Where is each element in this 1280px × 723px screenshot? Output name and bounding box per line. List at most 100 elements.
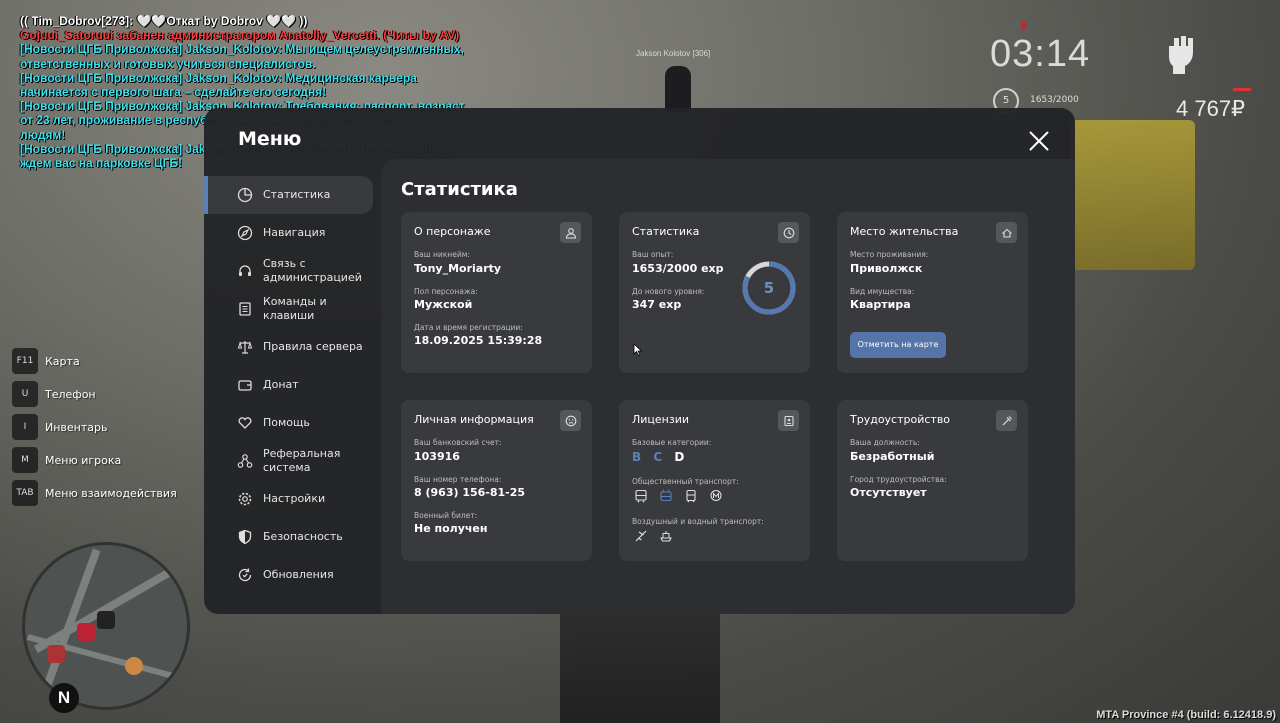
- sidebar-item-donate[interactable]: Донат: [204, 366, 381, 404]
- key-cap: F11: [12, 348, 38, 374]
- sidebar-item-referral[interactable]: Реферальная система: [204, 442, 381, 480]
- key-hint-row: U Телефон: [12, 381, 177, 407]
- sidebar-item-help[interactable]: Помощь: [204, 404, 381, 442]
- field-value: Отсутствует: [850, 486, 927, 499]
- sidebar-item-rules[interactable]: Правила сервера: [204, 328, 381, 366]
- key-hint-row: TAB Меню взаимодействия: [12, 480, 177, 506]
- chat-line: [Новости ЦГБ Приволжска] Jakson_Kolotov:…: [20, 70, 421, 100]
- character-card: О персонаже Ваш никнейм: Tony_Moriarty П…: [401, 212, 592, 373]
- field-label: Пол персонажа:: [414, 287, 478, 296]
- license-categories: B C D: [632, 450, 692, 464]
- field-value: Квартира: [850, 298, 911, 311]
- field-value: 18.09.2025 15:39:28: [414, 334, 543, 347]
- metro-icon: [707, 488, 725, 504]
- card-title: О персонаже: [414, 225, 491, 238]
- public-transport-icons: [632, 488, 732, 504]
- key-cap: U: [12, 381, 38, 407]
- compass-north: N: [49, 683, 79, 713]
- license-category-b: B: [632, 450, 642, 464]
- field-value: Мужской: [414, 298, 473, 311]
- employment-card: Трудоустройство Ваша должность: Безработ…: [837, 400, 1028, 561]
- key-hint-row: I Инвентарь: [12, 414, 177, 440]
- sidebar-item-security[interactable]: Безопасность: [204, 518, 381, 556]
- field-label: Военный билет:: [414, 511, 478, 520]
- compass-icon: [236, 224, 254, 242]
- shop-map-icon: [125, 657, 143, 675]
- level-number: 5: [763, 279, 775, 297]
- sidebar-item-settings[interactable]: Настройки: [204, 480, 381, 518]
- stats-card: Статистика Ваш опыт: 1653/2000 exp До но…: [619, 212, 810, 373]
- boat-icon: [657, 528, 675, 544]
- sidebar-item-label: Статистика: [263, 188, 331, 201]
- tram-icon: [682, 488, 700, 504]
- licenses-card: Лицензии Базовые категории: B C D Общест…: [619, 400, 810, 561]
- sidebar-item-updates[interactable]: Обновления: [204, 556, 381, 594]
- field-label: Воздушный и водный транспорт:: [632, 517, 764, 526]
- bus-icon: [632, 488, 650, 504]
- key-hint-row: M Меню игрока: [12, 447, 177, 473]
- trolleybus-icon: [657, 488, 675, 504]
- player-nametag: Jakson Kolotov [306]: [636, 49, 711, 58]
- key-hint-label: Меню взаимодействия: [45, 486, 177, 500]
- field-value: 103916: [414, 450, 460, 463]
- air-water-transport-icons: [632, 528, 682, 544]
- wallet-icon: [236, 376, 254, 394]
- sidebar-item-admin-contact[interactable]: Связь с администрацией: [204, 252, 381, 290]
- field-label: Вид имущества:: [850, 287, 915, 296]
- field-label: Место проживания:: [850, 250, 929, 259]
- sidebar-item-statistics[interactable]: Статистика: [204, 176, 373, 214]
- license-category-d: D: [674, 450, 685, 464]
- shield-icon: [236, 528, 254, 546]
- key-hint-label: Инвентарь: [45, 420, 108, 434]
- chat-line: [Новости ЦГБ Приволжска] Jakson_Kolotov:…: [20, 42, 468, 71]
- sidebar-item-label: Помощь: [263, 416, 310, 429]
- tools-icon: [996, 410, 1017, 431]
- map-road: [33, 565, 179, 653]
- sidebar-item-commands[interactable]: Команды и клавиши: [204, 290, 381, 328]
- sidebar-item-label: Обновления: [263, 568, 334, 581]
- sidebar-item-label: Связь с администрацией: [263, 257, 362, 284]
- user-icon: [560, 222, 581, 243]
- field-value: 347 exp: [632, 298, 682, 311]
- page-title: Статистика: [401, 179, 518, 200]
- face-icon: [560, 410, 581, 431]
- field-label: Ваш опыт:: [632, 250, 674, 259]
- heart-hands-icon: [236, 414, 254, 432]
- home-icon: [996, 222, 1017, 243]
- headset-icon: [236, 262, 254, 280]
- personal-info-card: Личная информация Ваш банковский счет: 1…: [401, 400, 592, 561]
- hud-exp: 1653/2000: [1030, 95, 1079, 105]
- field-label: Базовые категории:: [632, 438, 712, 447]
- field-label: Ваш банковский счет:: [414, 438, 502, 447]
- sidebar-item-label: Безопасность: [263, 530, 343, 543]
- field-value: Tony_Moriarty: [414, 262, 502, 275]
- key-hint-row: F11 Карта: [12, 348, 177, 374]
- scales-icon: [236, 338, 254, 356]
- card-title: Лицензии: [632, 413, 690, 426]
- minimap[interactable]: [22, 542, 190, 710]
- menu-sidebar: Статистика Навигация Связь с администрац…: [204, 176, 381, 594]
- mark-on-map-button[interactable]: Отметить на карте: [850, 332, 946, 358]
- close-button[interactable]: [1026, 128, 1052, 154]
- key-hints: F11 Карта U Телефон I Инвентарь M Меню и…: [12, 348, 177, 513]
- card-title: Статистика: [632, 225, 700, 238]
- field-label: До нового уровня:: [632, 287, 705, 296]
- sidebar-item-navigation[interactable]: Навигация: [204, 214, 381, 252]
- field-label: Ваша должность:: [850, 438, 920, 447]
- sidebar-item-label: Правила сервера: [263, 340, 363, 353]
- sidebar-item-label: Команды и клавиши: [263, 295, 327, 322]
- residence-card: Место жительства Место проживания: Приво…: [837, 212, 1028, 373]
- chat-line: Gojuui_Satoruui забанен администратором …: [20, 28, 460, 43]
- gear-icon: [236, 490, 254, 508]
- hospital-map-icon: [77, 623, 95, 641]
- key-cap: I: [12, 414, 38, 440]
- mouse-cursor: [633, 343, 643, 356]
- pie-chart-icon: [236, 186, 254, 204]
- chat-line: (( Tim_Dobrov[273]: 🤍🤍Откат by Dobrov 🤍🤍…: [20, 14, 308, 28]
- field-label: Общественный транспорт:: [632, 477, 739, 486]
- id-card-icon: [778, 410, 799, 431]
- sidebar-item-label: Донат: [263, 378, 299, 391]
- list-icon: [236, 300, 254, 318]
- key-hint-label: Карта: [45, 354, 80, 368]
- ambulance-vehicle: [1070, 120, 1195, 270]
